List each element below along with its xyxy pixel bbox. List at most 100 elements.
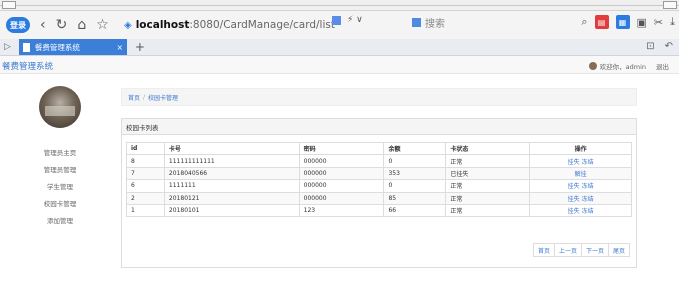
login-badge[interactable]: 登录 bbox=[6, 17, 30, 33]
window-titlebar bbox=[0, 0, 679, 11]
header-ops: 操作 bbox=[529, 141, 632, 156]
back-icon[interactable]: ‹ bbox=[40, 18, 46, 32]
cell-id: 2 bbox=[126, 191, 165, 205]
breadcrumb-current[interactable]: 校园卡管理 bbox=[148, 93, 178, 102]
cell-balance: 0 bbox=[383, 154, 447, 168]
table-row: 6 1111111 000000 0 正常 挂失 冻结 bbox=[126, 179, 632, 193]
cell-state: 正常 bbox=[445, 191, 531, 205]
breadcrumb: 首页 / 校园卡管理 bbox=[121, 88, 637, 106]
apps-icon[interactable]: ▣ bbox=[637, 16, 647, 29]
sidebar-toggle-icon[interactable]: ▷ bbox=[4, 42, 11, 52]
extension-red-icon[interactable]: ▤ bbox=[594, 15, 609, 29]
close-icon[interactable]: × bbox=[117, 43, 123, 52]
undo-icon[interactable]: ↶ bbox=[665, 41, 673, 52]
cell-ops: 挂失 冻结 bbox=[529, 191, 632, 205]
search-field[interactable]: 搜索 bbox=[412, 15, 445, 30]
cell-state: 正常 bbox=[445, 203, 531, 218]
cell-balance: 353 bbox=[383, 166, 447, 181]
app-title[interactable]: 餐费管理系统 bbox=[2, 60, 53, 72]
freeze-link[interactable]: 冻结 bbox=[582, 159, 594, 166]
sidebar-menu: 管理员主页 管理员管理 学生管理 校园卡管理 添加管理 bbox=[10, 143, 110, 228]
tab-active[interactable]: 餐费管理系统 × bbox=[18, 39, 127, 55]
cell-state: 正常 bbox=[445, 179, 531, 193]
extension-blue-icon[interactable]: ▦ bbox=[615, 15, 630, 29]
logout-link[interactable]: 退出 bbox=[656, 61, 669, 71]
welcome-text[interactable]: 欢迎你，admin bbox=[600, 61, 646, 71]
report-loss-link[interactable]: 挂失 bbox=[568, 196, 580, 203]
cell-password: 000000 bbox=[298, 154, 385, 168]
report-loss-link[interactable]: 挂失 bbox=[568, 159, 580, 166]
sidebar-item-add[interactable]: 添加管理 bbox=[10, 211, 110, 228]
search-icon[interactable]: ⌕ bbox=[581, 15, 587, 29]
breadcrumb-home[interactable]: 首页 bbox=[128, 93, 140, 102]
tabbar-right: ⊡ ↶ bbox=[646, 41, 673, 52]
cell-ops: 挂失 冻结 bbox=[529, 154, 632, 168]
cell-password: 123 bbox=[298, 203, 385, 218]
cell-card: 20180101 bbox=[163, 203, 300, 218]
app-header: 餐费管理系统 欢迎你，admin 退出 bbox=[0, 56, 679, 74]
browser-window: 登录 ‹ ↻ ⌂ ☆ ◈ localhost:8080/CardManage/c… bbox=[0, 0, 679, 295]
table-header-row: id 卡号 密码 余额 卡状态 操作 bbox=[126, 141, 632, 156]
url-host: localhost bbox=[135, 19, 190, 31]
table-row: 2 20180121 000000 85 正常 挂失 冻结 bbox=[126, 191, 632, 205]
search-placeholder: 搜索 bbox=[425, 19, 445, 30]
freeze-link[interactable]: 冻结 bbox=[582, 196, 594, 203]
tab-bar: ▷ 餐费管理系统 × + ⊡ ↶ bbox=[0, 39, 679, 56]
url-field[interactable]: ◈ localhost:8080/CardManage/card/list bbox=[124, 15, 524, 35]
user-area: 欢迎你，admin 退出 bbox=[588, 61, 669, 71]
pager-prev[interactable]: 上一页 bbox=[553, 243, 582, 257]
address-bar-row: 登录 ‹ ↻ ⌂ ☆ ◈ localhost:8080/CardManage/c… bbox=[0, 11, 679, 39]
freeze-link[interactable]: 冻结 bbox=[582, 183, 594, 190]
cell-id: 6 bbox=[126, 179, 165, 193]
cell-id: 7 bbox=[126, 166, 165, 181]
search-engine-icon bbox=[412, 18, 421, 27]
window-restore-icon[interactable] bbox=[663, 1, 677, 9]
cell-card: 20180121 bbox=[163, 191, 300, 205]
cell-balance: 66 bbox=[383, 203, 447, 218]
sidebar-item-admin-manage[interactable]: 管理员管理 bbox=[10, 160, 110, 177]
header-state: 卡状态 bbox=[445, 141, 531, 156]
titlebar-line bbox=[0, 5, 679, 6]
report-loss-link[interactable]: 挂失 bbox=[568, 183, 580, 190]
reload-icon[interactable]: ↻ bbox=[56, 18, 68, 32]
table-row: 7 2018040566 000000 353 已挂失 解挂 bbox=[126, 166, 632, 181]
shield-icon: ◈ bbox=[124, 19, 132, 31]
cell-password: 000000 bbox=[298, 191, 385, 205]
window-menu-icon[interactable] bbox=[2, 1, 16, 9]
tab-title: 餐费管理系统 bbox=[34, 42, 80, 52]
unreport-link[interactable]: 解挂 bbox=[575, 171, 587, 178]
pager-first[interactable]: 首页 bbox=[532, 243, 555, 257]
cell-ops: 解挂 bbox=[529, 166, 632, 181]
panel-title: 校园卡列表 bbox=[122, 119, 636, 135]
pager-last[interactable]: 尾页 bbox=[607, 243, 630, 257]
sidebar-item-students[interactable]: 学生管理 bbox=[10, 177, 110, 194]
flash-dropdown[interactable]: ⚡ ∨ bbox=[347, 15, 363, 25]
avatar bbox=[588, 62, 597, 70]
report-loss-link[interactable]: 挂失 bbox=[568, 208, 580, 215]
pager-next[interactable]: 下一页 bbox=[580, 243, 609, 257]
scissors-icon[interactable]: ✂ bbox=[654, 16, 663, 29]
table-row: 8 111111111111 000000 0 正常 挂失 冻结 bbox=[126, 154, 632, 168]
page-icon bbox=[22, 42, 30, 52]
url-tools[interactable]: ⚡ ∨ bbox=[332, 15, 363, 25]
home-icon[interactable]: ⌂ bbox=[77, 18, 86, 32]
sidebar: 管理员主页 管理员管理 学生管理 校园卡管理 添加管理 bbox=[10, 75, 110, 295]
breadcrumb-separator: / bbox=[143, 93, 146, 101]
download-icon[interactable]: ⤓ bbox=[670, 15, 675, 29]
new-tab-button[interactable]: + bbox=[135, 40, 145, 54]
cell-state: 已挂失 bbox=[445, 166, 531, 181]
cell-card: 111111111111 bbox=[163, 154, 300, 168]
restore-tab-icon[interactable]: ⊡ bbox=[646, 41, 654, 52]
cell-password: 000000 bbox=[298, 166, 385, 181]
star-icon[interactable]: ☆ bbox=[96, 18, 109, 32]
freeze-link[interactable]: 冻结 bbox=[582, 208, 594, 215]
cell-state: 正常 bbox=[445, 154, 531, 168]
sidebar-item-cards[interactable]: 校园卡管理 bbox=[10, 194, 110, 211]
toolbar-icons: ⌕ ▤ ▦ ▣ ✂ ⤓ bbox=[581, 15, 675, 29]
cell-id: 8 bbox=[126, 154, 165, 168]
cell-ops: 挂失 冻结 bbox=[529, 179, 632, 193]
cell-card: 2018040566 bbox=[163, 166, 300, 181]
cell-balance: 85 bbox=[383, 191, 447, 205]
grid-icon bbox=[332, 15, 341, 25]
sidebar-item-admin-home[interactable]: 管理员主页 bbox=[10, 143, 110, 160]
